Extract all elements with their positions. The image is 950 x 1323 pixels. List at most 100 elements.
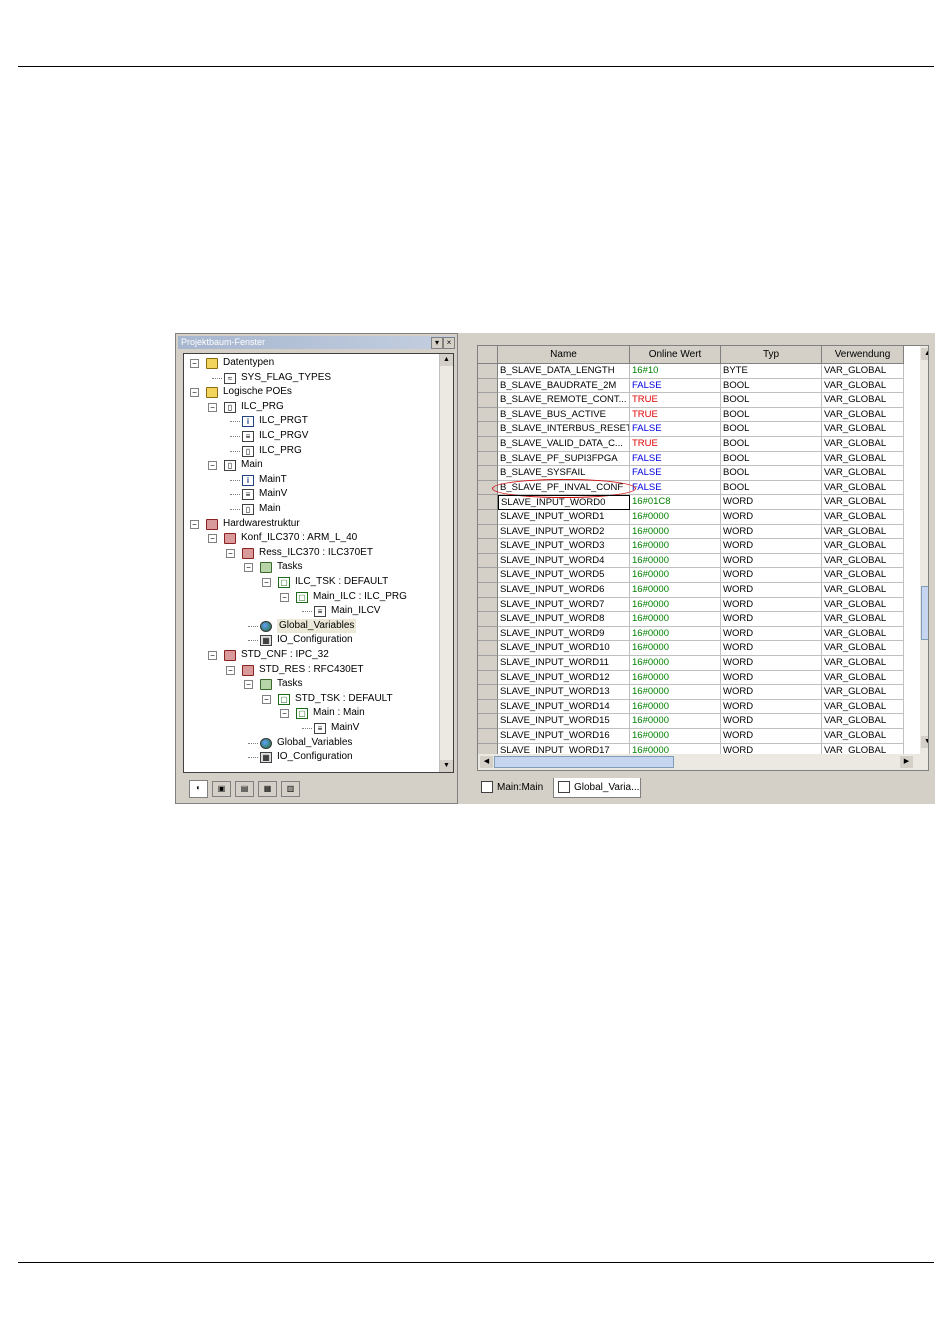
cell-name[interactable]: SLAVE_INPUT_WORD6 [498,583,630,598]
cell-name[interactable]: SLAVE_INPUT_WORD2 [498,524,630,540]
cell-usage[interactable]: VAR_GLOBAL [822,539,904,554]
cell-value[interactable]: 16#01C8 [630,495,721,510]
cell-name[interactable]: SLAVE_INPUT_WORD11 [498,656,630,671]
expand-toggle-icon[interactable]: − [208,461,217,471]
cell-name[interactable]: SLAVE_INPUT_WORD12 [498,670,630,686]
expand-toggle-icon[interactable]: − [208,651,217,660]
cell-name[interactable]: B_SLAVE_PF_SUPI3FPGA [498,451,630,467]
row-selector[interactable] [478,656,498,671]
scroll-down-icon[interactable]: ▼ [921,736,928,748]
scroll-left-icon[interactable]: ◀ [480,756,493,768]
tree-node-label[interactable]: STD_TSK : DEFAULT [295,692,393,706]
tree-node-label[interactable]: Tasks [277,677,303,691]
cell-usage[interactable]: VAR_GLOBAL [822,583,904,598]
scroll-up-icon[interactable]: ▲ [440,354,453,366]
libraries-tab-icon[interactable]: ▣ [212,781,231,797]
scroll-right-icon[interactable]: ▶ [900,756,913,768]
expand-toggle-icon[interactable]: − [190,359,199,368]
cell-value[interactable]: FALSE [630,466,721,481]
project-tree-tab-icon[interactable]: ◐ [189,780,208,798]
tree-scrollbar[interactable]: ▲ ▼ [439,354,453,772]
row-selector[interactable] [478,437,498,452]
cell-name[interactable]: B_SLAVE_INTERBUS_RESET [498,422,630,437]
tree-node-label[interactable]: Tasks [277,560,303,574]
row-selector[interactable] [478,422,498,437]
row-selector[interactable] [478,510,498,525]
cell-type[interactable]: BOOL [721,437,822,452]
cell-value[interactable]: 16#0000 [630,583,721,598]
tree-node-label[interactable]: Main_ILC : ILC_PRG [313,590,407,604]
tree-node-label[interactable]: STD_RES : RFC430ET [259,663,363,677]
cell-type[interactable]: WORD [721,510,822,525]
cell-type[interactable]: WORD [721,656,822,671]
cell-name[interactable]: SLAVE_INPUT_WORD13 [498,685,630,700]
cell-type[interactable]: BOOL [721,378,822,394]
cell-type[interactable]: WORD [721,714,822,729]
cell-usage[interactable]: VAR_GLOBAL [822,364,904,379]
cell-value[interactable]: 16#0000 [630,553,721,569]
cell-value[interactable]: 16#0000 [630,597,721,613]
row-selector[interactable] [478,466,498,481]
cell-type[interactable]: WORD [721,641,822,656]
scroll-up-icon[interactable]: ▲ [921,348,928,360]
document-tab[interactable]: Global_Varia... [553,778,641,798]
cell-type[interactable]: BOOL [721,407,822,423]
row-selector[interactable] [478,583,498,598]
dropdown-icon[interactable]: ▾ [431,337,443,349]
cell-name[interactable]: B_SLAVE_VALID_DATA_C... [498,437,630,452]
expand-toggle-icon[interactable]: − [208,534,217,544]
expand-toggle-icon[interactable]: − [244,563,253,573]
tree-node-label[interactable]: STD_CNF : IPC_32 [241,648,329,662]
document-tab[interactable]: Main:Main [477,778,553,798]
cell-usage[interactable]: VAR_GLOBAL [822,524,904,540]
row-selector[interactable] [478,568,498,583]
expand-toggle-icon[interactable]: − [280,592,289,602]
cell-value[interactable]: 16#0000 [630,714,721,729]
row-selector[interactable] [478,364,498,379]
cell-value[interactable]: 16#0000 [630,656,721,671]
cell-type[interactable]: WORD [721,597,822,613]
cell-name[interactable]: SLAVE_INPUT_WORD10 [498,641,630,656]
tree-node-label[interactable]: Ress_ILC370 : ILC370ET [259,546,373,560]
row-selector[interactable] [478,685,498,700]
cell-type[interactable]: BOOL [721,422,822,437]
column-header[interactable]: Verwendung [822,346,904,364]
cell-value[interactable]: 16#0000 [630,699,721,715]
cell-value[interactable]: FALSE [630,480,721,496]
cell-usage[interactable]: VAR_GLOBAL [822,612,904,627]
row-selector[interactable] [478,699,498,715]
column-header[interactable]: Online Wert [630,346,721,364]
tree-node-label[interactable]: SYS_FLAG_TYPES [241,371,331,385]
cell-usage[interactable]: VAR_GLOBAL [822,685,904,700]
cell-usage[interactable]: VAR_GLOBAL [822,451,904,467]
tree-node-label[interactable]: MainV [259,487,287,501]
cell-name[interactable]: SLAVE_INPUT_WORD9 [498,626,630,642]
cell-usage[interactable]: VAR_GLOBAL [822,495,904,510]
cell-type[interactable]: BOOL [721,480,822,496]
cell-usage[interactable]: VAR_GLOBAL [822,597,904,613]
cell-usage[interactable]: VAR_GLOBAL [822,656,904,671]
cell-usage[interactable]: VAR_GLOBAL [822,480,904,496]
row-selector[interactable] [478,524,498,540]
cell-name[interactable]: B_SLAVE_REMOTE_CONT... [498,393,630,408]
cell-name[interactable]: SLAVE_INPUT_WORD7 [498,597,630,613]
row-selector[interactable] [478,626,498,642]
cell-value[interactable]: 16#0000 [630,641,721,656]
cell-name[interactable]: B_SLAVE_BUS_ACTIVE [498,407,630,423]
grid-vertical-scrollbar[interactable]: ▲ ▼ [920,346,928,754]
cell-usage[interactable]: VAR_GLOBAL [822,393,904,408]
cell-value[interactable]: TRUE [630,393,721,408]
grid-horizontal-scrollbar[interactable]: ◀ ▶ [478,754,928,770]
cell-value[interactable]: 16#10 [630,364,721,379]
tree-node-label[interactable]: ILC_PRG [259,444,302,458]
cell-type[interactable]: WORD [721,626,822,642]
expand-toggle-icon[interactable]: − [208,402,217,412]
instances-tab-icon[interactable]: ▤ [235,781,254,797]
row-selector[interactable] [478,407,498,423]
row-selector[interactable] [478,597,498,613]
expand-toggle-icon[interactable]: − [190,519,199,529]
tree-node-label[interactable]: Hardwarestruktur [223,517,300,531]
tree-node-label[interactable]: IO_Configuration [277,750,353,764]
cell-name[interactable]: SLAVE_INPUT_WORD3 [498,539,630,554]
cell-value[interactable]: FALSE [630,451,721,467]
